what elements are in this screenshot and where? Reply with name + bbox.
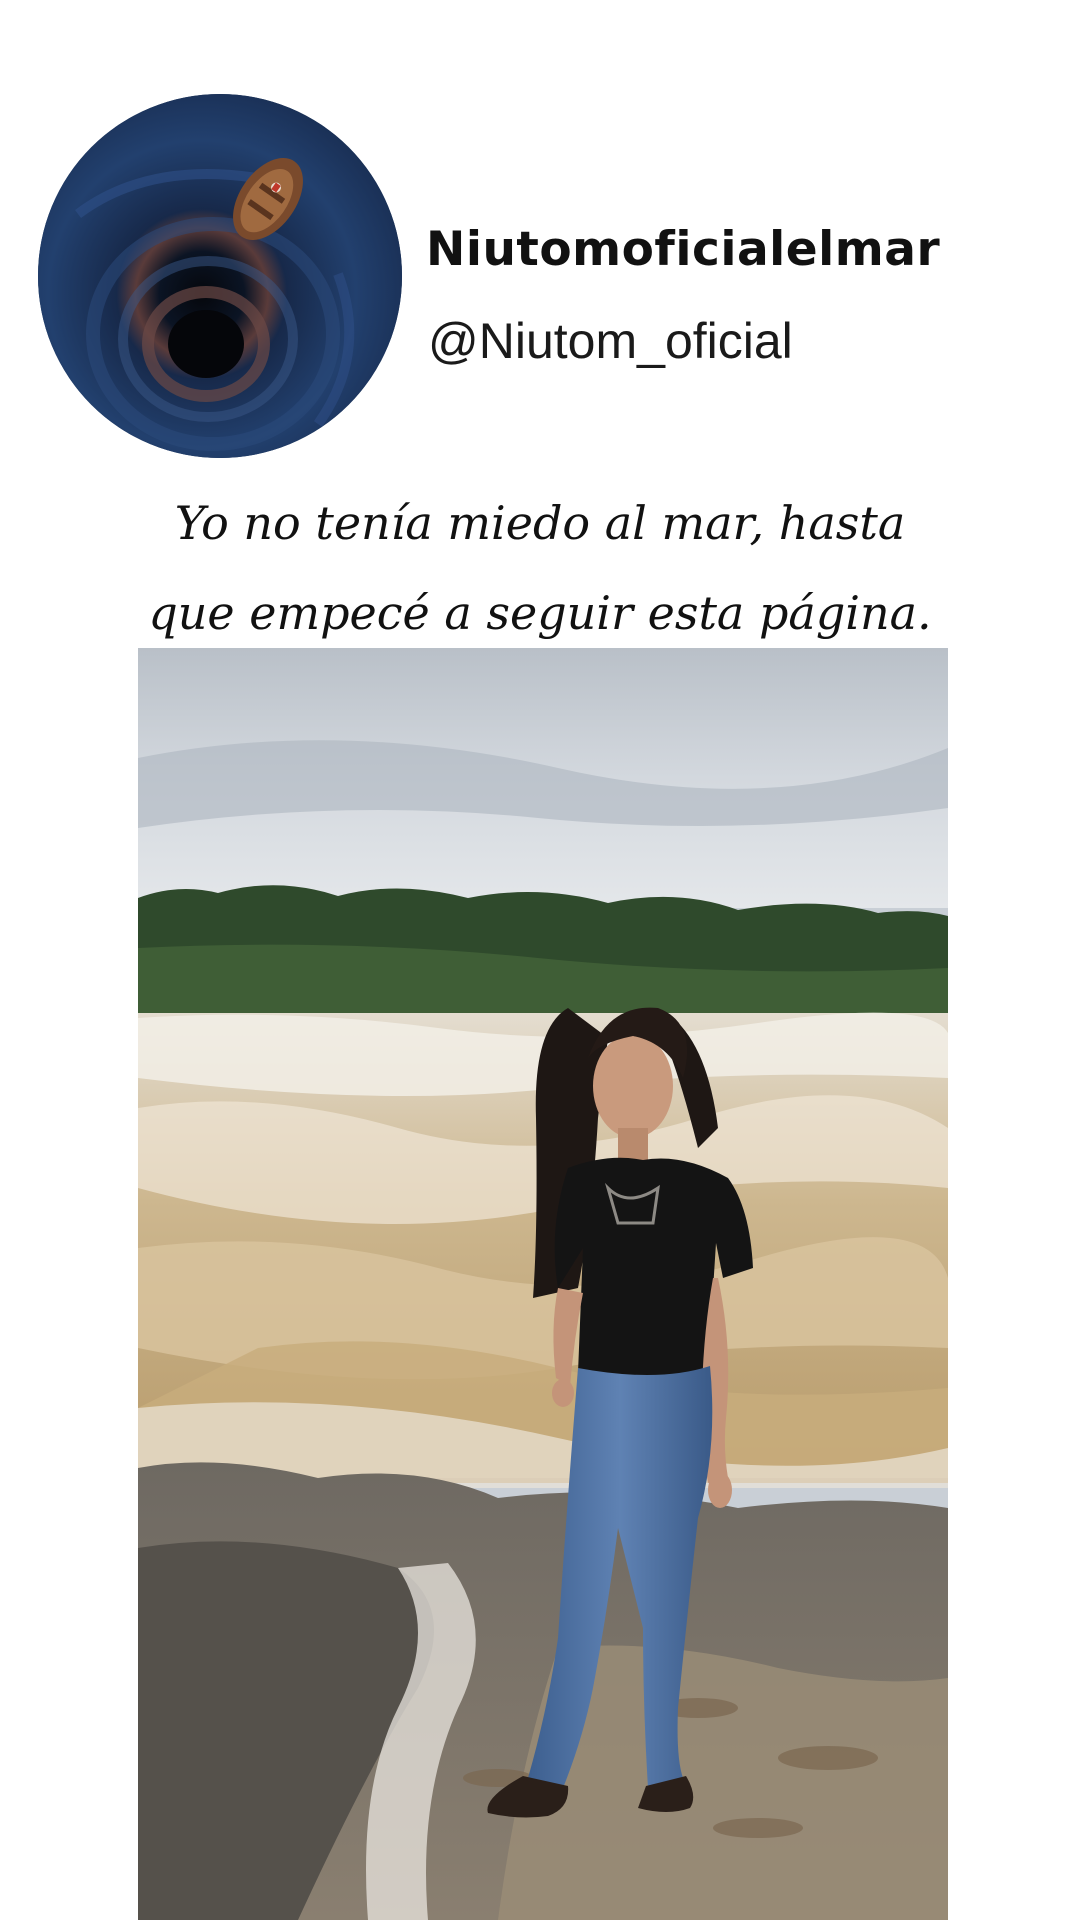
profile-display-name[interactable]: Niutomoficialelmar xyxy=(426,222,940,277)
waterfall-photo-icon xyxy=(138,648,948,1920)
profile-handle[interactable]: @Niutom_oficial xyxy=(428,312,793,370)
post-caption: Yo no tenía miedo al mar, hasta que empe… xyxy=(60,478,1020,658)
caption-line-1: Yo no tenía miedo al mar, hasta xyxy=(174,496,906,550)
boat-whirlpool-icon xyxy=(38,94,402,458)
post-card: Niutomoficialelmar @Niutom_oficial Yo no… xyxy=(0,0,1080,1920)
profile-avatar[interactable] xyxy=(38,94,402,458)
caption-line-2: que empecé a seguir esta página. xyxy=(148,586,932,640)
post-photo xyxy=(138,648,948,1920)
